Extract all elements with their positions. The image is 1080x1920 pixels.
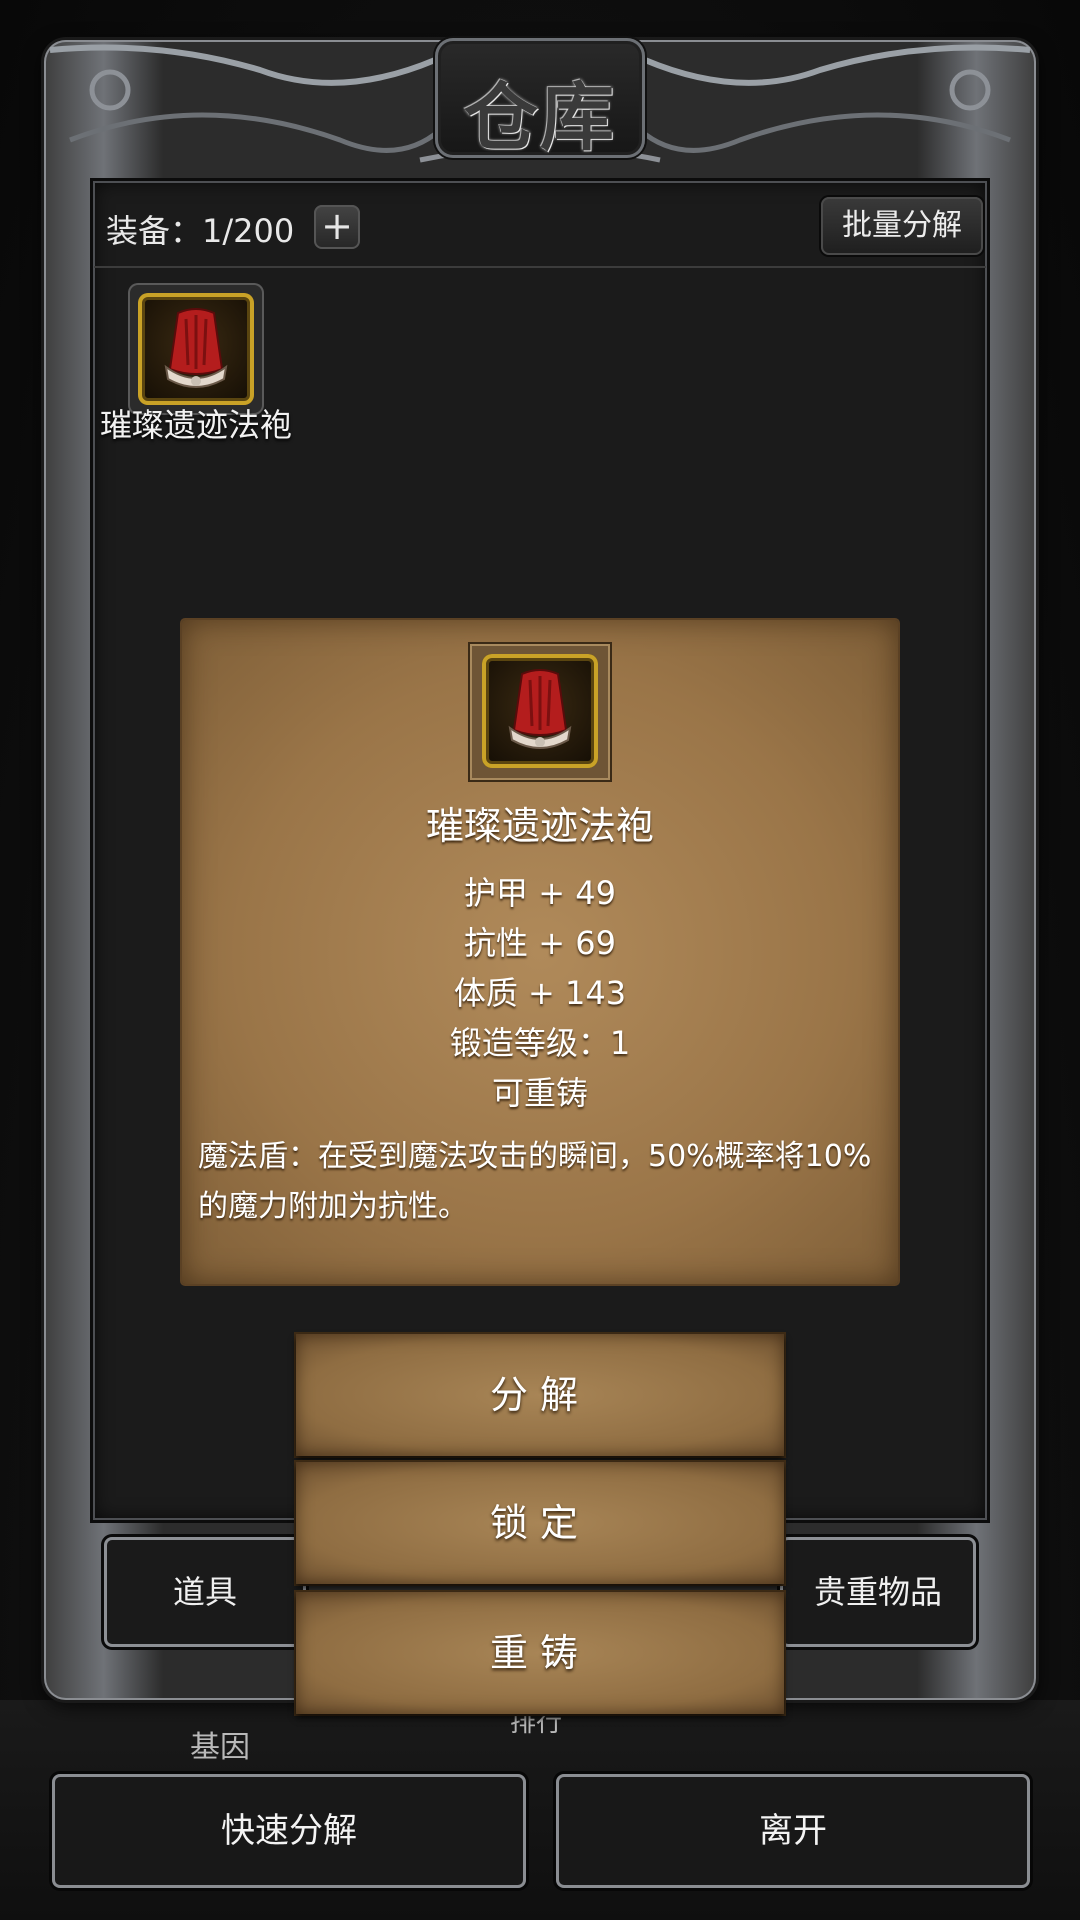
decompose-button[interactable]: 分解 [296, 1334, 784, 1456]
stat-armor: 护甲 + 49 [464, 874, 616, 912]
item-description: 魔法盾：在受到魔法攻击的瞬间，50%概率将10%的魔力附加为抗性。 [198, 1139, 872, 1224]
inventory-item-name: 璀璨遗迹法袍 [99, 406, 292, 444]
background-label-gene: 基因 [190, 1730, 250, 1765]
red-robe-icon [164, 308, 228, 388]
warehouse-screen: 基因 排行 仓库 装备：1/200 + 批量分解 璀璨遗迹法袍 璀璨遗迹法袍 护… [0, 0, 1080, 1920]
stat-reforgeable: 可重铸 [491, 1074, 588, 1112]
inventory-slot[interactable] [128, 283, 264, 415]
expand-capacity-button[interactable]: + [314, 205, 360, 249]
leave-button[interactable]: 离开 [556, 1774, 1030, 1888]
equipment-count: 装备：1/200 [106, 212, 295, 250]
plus-icon: + [321, 204, 353, 248]
item-tooltip: 璀璨遗迹法袍 护甲 + 49 抗性 + 69 体质 + 143 锻造等级：1 可… [182, 620, 898, 1284]
stat-constitution: 体质 + 143 [453, 974, 627, 1012]
tooltip-item-name: 璀璨遗迹法袍 [425, 804, 654, 848]
tab-items[interactable]: 道具 [104, 1537, 306, 1647]
item-frame [138, 293, 254, 405]
page-title: 仓库 [464, 75, 616, 161]
reforge-button[interactable]: 重铸 [296, 1592, 784, 1714]
stat-resistance: 抗性 + 69 [464, 924, 616, 962]
lock-button[interactable]: 锁定 [296, 1462, 784, 1584]
stat-forge-level: 锻造等级：1 [449, 1024, 631, 1062]
batch-decompose-button[interactable]: 批量分解 [821, 197, 983, 255]
header-divider [94, 266, 986, 268]
tooltip-icon-box [468, 642, 612, 782]
tooltip-item-frame [482, 654, 598, 768]
tab-valuables[interactable]: 贵重物品 [780, 1537, 976, 1647]
quick-decompose-button[interactable]: 快速分解 [52, 1774, 526, 1888]
red-robe-icon [508, 669, 572, 749]
